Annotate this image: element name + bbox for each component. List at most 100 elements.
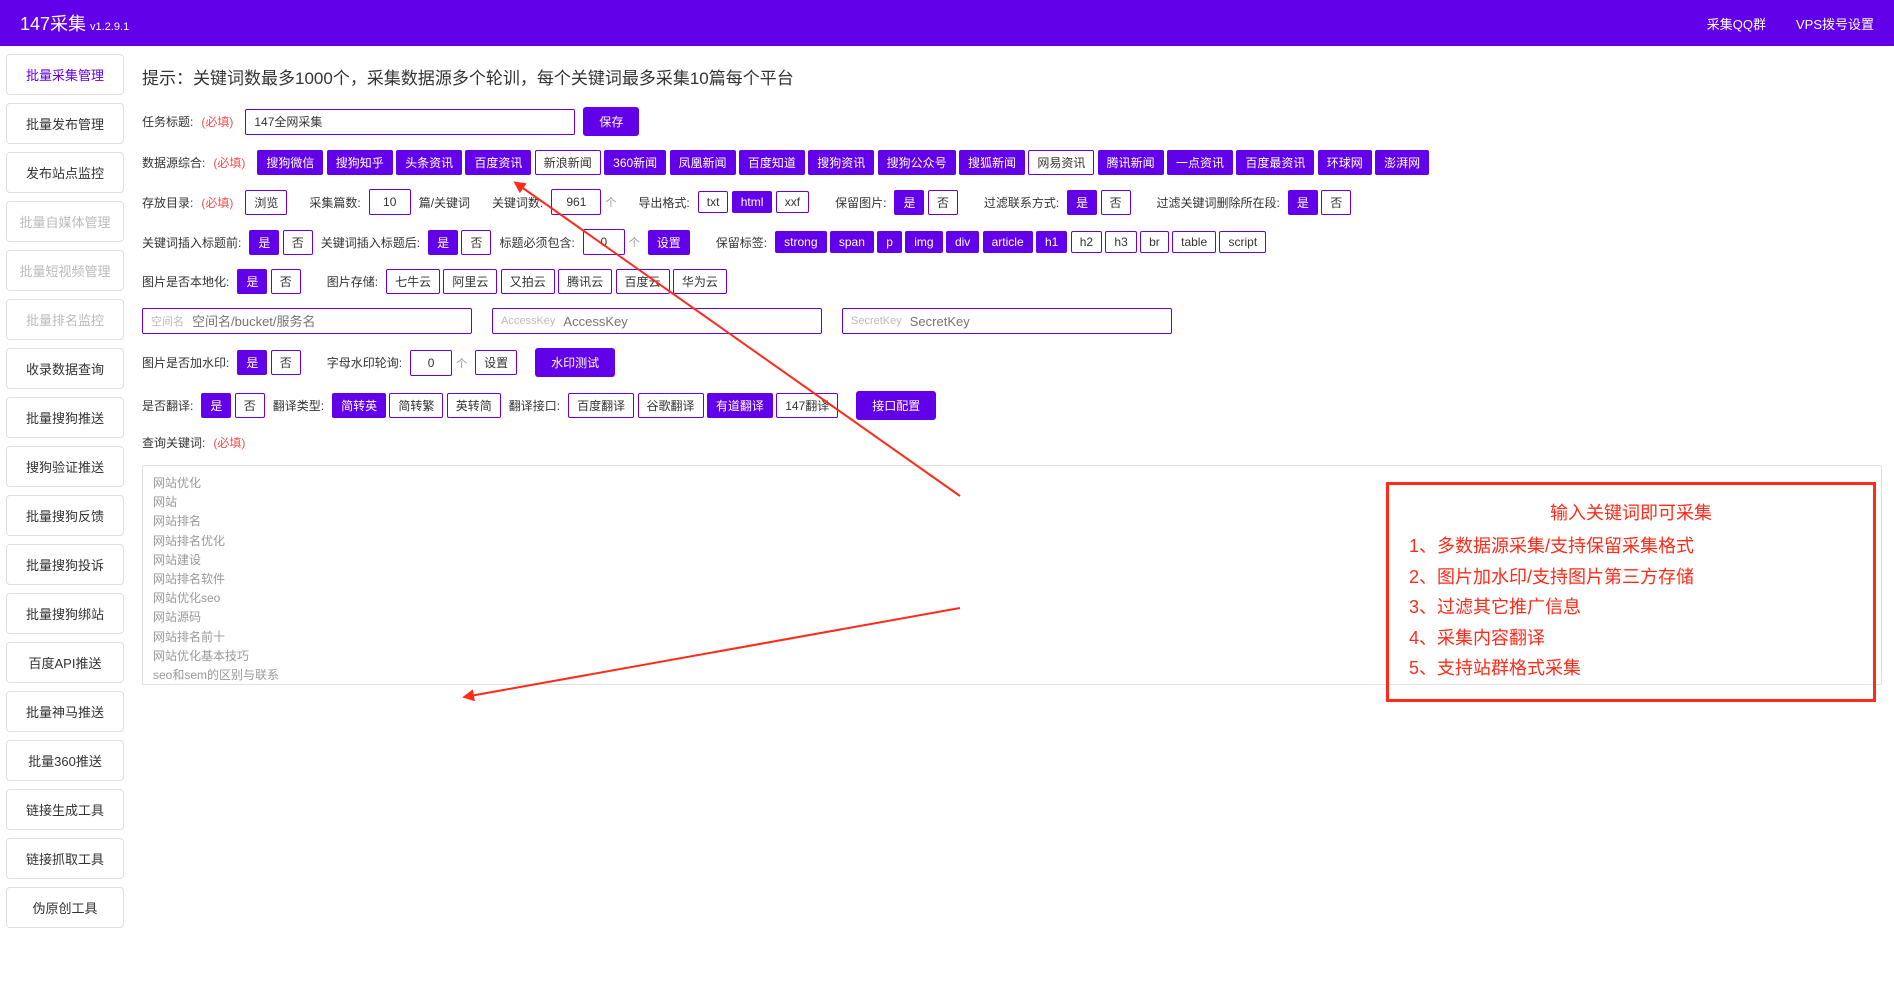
keep-html-tag[interactable]: article [983,231,1033,253]
keep-html-tag[interactable]: span [830,231,874,253]
app-header: 147采集v1.2.9.1 采集QQ群 VPS拨号设置 [0,0,1894,46]
data-source-tag[interactable]: 一点资讯 [1167,150,1233,175]
keep-html-tag[interactable]: h1 [1036,231,1067,253]
sidebar-item[interactable]: 批量采集管理 [6,54,124,95]
keep-html-tag[interactable]: img [905,231,942,253]
keyword-count-input[interactable] [551,189,601,215]
data-source-tag[interactable]: 百度最资讯 [1236,150,1314,175]
watermark-setting-button[interactable]: 设置 [475,350,517,375]
translate-type-tag[interactable]: 简转英 [332,393,386,418]
browse-button[interactable]: 浏览 [245,190,287,215]
row-watermark: 图片是否加水印: 是 否 字母水印轮询: 个 设置 水印测试 [142,348,1882,377]
filter-contact-tag[interactable]: 是 [1067,190,1097,215]
export-format-tag[interactable]: html [732,191,773,213]
data-source-tag[interactable]: 澎湃网 [1375,150,1429,175]
row-img-local: 图片是否本地化: 是 否 图片存储: 七牛云 阿里云 又拍云 腾讯云 百度云 华… [142,269,1882,294]
data-source-tag[interactable]: 搜狐新闻 [959,150,1025,175]
secret-key-field[interactable]: SecretKey [842,308,1172,334]
img-local-tag[interactable]: 是 [237,269,267,294]
space-name-field[interactable]: 空间名 [142,308,472,334]
kw-insert-after-tag[interactable]: 否 [461,230,491,255]
link-qq-group[interactable]: 采集QQ群 [1707,14,1766,33]
export-format-tag[interactable]: xxf [776,191,809,213]
keep-html-tag[interactable]: br [1140,231,1169,253]
translate-type-tag[interactable]: 简转繁 [389,393,443,418]
link-vps-settings[interactable]: VPS拨号设置 [1796,14,1874,33]
img-store-tag[interactable]: 七牛云 [386,269,440,294]
translate-type-tag[interactable]: 英转简 [447,393,501,418]
keep-image-tag[interactable]: 是 [894,190,924,215]
filter-keyword-tag[interactable]: 是 [1288,190,1318,215]
keep-html-tag[interactable]: h3 [1105,231,1136,253]
data-source-tag[interactable]: 搜狗知乎 [327,150,393,175]
keep-html-tag[interactable]: script [1219,231,1266,253]
data-source-tag[interactable]: 百度资讯 [465,150,531,175]
sidebar-item[interactable]: 链接抓取工具 [6,838,124,879]
sidebar-item[interactable]: 百度API推送 [6,642,124,683]
translate-tag[interactable]: 否 [235,393,265,418]
sidebar-item[interactable]: 伪原创工具 [6,887,124,928]
sidebar-item[interactable]: 批量神马推送 [6,691,124,732]
watermark-tag[interactable]: 否 [271,350,301,375]
hint-text: 提示：关键词数最多1000个，采集数据源多个轮训，每个关键词最多采集10篇每个平… [142,64,1882,89]
data-source-tag[interactable]: 环球网 [1318,150,1372,175]
sidebar-item[interactable]: 搜狗验证推送 [6,446,124,487]
keep-image-tag[interactable]: 否 [928,190,958,215]
sidebar-item[interactable]: 批量搜狗推送 [6,397,124,438]
keep-html-tag[interactable]: div [946,231,979,253]
task-title-input[interactable] [245,109,575,135]
img-store-tag[interactable]: 华为云 [673,269,727,294]
data-source-tag[interactable]: 腾讯新闻 [1098,150,1164,175]
keep-html-tag[interactable]: p [877,231,902,253]
save-button[interactable]: 保存 [583,107,639,136]
data-source-tag[interactable]: 百度知道 [739,150,805,175]
kw-insert-before-tag[interactable]: 是 [249,230,279,255]
must-include-setting-button[interactable]: 设置 [648,230,690,255]
data-source-tag[interactable]: 搜狗公众号 [878,150,956,175]
kw-insert-before-tag[interactable]: 否 [283,230,313,255]
data-source-tag[interactable]: 360新闻 [604,150,666,175]
sidebar-item[interactable]: 收录数据查询 [6,348,124,389]
watermark-repeat-input[interactable] [410,350,452,376]
translate-api-tag[interactable]: 百度翻译 [568,393,634,418]
row-kw-insert: 关键词插入标题前: 是 否 关键词插入标题后: 是 否 标题必须包含: 个 设置… [142,229,1882,255]
data-source-tag[interactable]: 搜狗资讯 [808,150,874,175]
translate-api-config-button[interactable]: 接口配置 [856,391,936,420]
img-store-tag[interactable]: 百度云 [616,269,670,294]
access-key-field[interactable]: AccessKey [492,308,822,334]
watermark-test-button[interactable]: 水印测试 [535,348,615,377]
must-include-input[interactable] [583,229,625,255]
img-store-tag[interactable]: 又拍云 [501,269,555,294]
collect-count-input[interactable] [369,189,411,215]
sidebar-item[interactable]: 链接生成工具 [6,789,124,830]
img-store-tag[interactable]: 腾讯云 [558,269,612,294]
sidebar-item: 批量短视频管理 [6,250,124,291]
sidebar-item[interactable]: 批量搜狗反馈 [6,495,124,536]
translate-api-tag[interactable]: 谷歌翻译 [638,393,704,418]
data-source-tag[interactable]: 凤凰新闻 [670,150,736,175]
sidebar-item[interactable]: 发布站点监控 [6,152,124,193]
translate-api-tag[interactable]: 147翻译 [776,393,838,418]
sidebar-item[interactable]: 批量发布管理 [6,103,124,144]
sidebar-item[interactable]: 批量搜狗投诉 [6,544,124,585]
img-store-tag[interactable]: 阿里云 [443,269,497,294]
translate-api-tag[interactable]: 有道翻译 [707,393,773,418]
translate-tag[interactable]: 是 [201,393,231,418]
filter-keyword-tag[interactable]: 否 [1321,190,1351,215]
keep-html-tag[interactable]: h2 [1071,231,1102,253]
row-translate: 是否翻译: 是 否 翻译类型: 简转英 简转繁 英转简 翻译接口: 百度翻译 谷… [142,391,1882,420]
watermark-tag[interactable]: 是 [237,350,267,375]
data-source-tag[interactable]: 新浪新闻 [535,150,601,175]
data-source-tag[interactable]: 头条资讯 [396,150,462,175]
sidebar-item[interactable]: 批量搜狗绑站 [6,593,124,634]
data-source-tag[interactable]: 搜狗微信 [257,150,323,175]
sidebar-item[interactable]: 批量360推送 [6,740,124,781]
data-source-tag[interactable]: 网易资讯 [1028,150,1094,175]
export-format-tag[interactable]: txt [698,191,729,213]
row-cloud-credentials: 空间名 AccessKey SecretKey [142,308,1882,334]
img-local-tag[interactable]: 否 [271,269,301,294]
keep-html-tag[interactable]: strong [775,231,826,253]
filter-contact-tag[interactable]: 否 [1101,190,1131,215]
kw-insert-after-tag[interactable]: 是 [428,230,458,255]
keep-html-tag[interactable]: table [1172,231,1216,253]
